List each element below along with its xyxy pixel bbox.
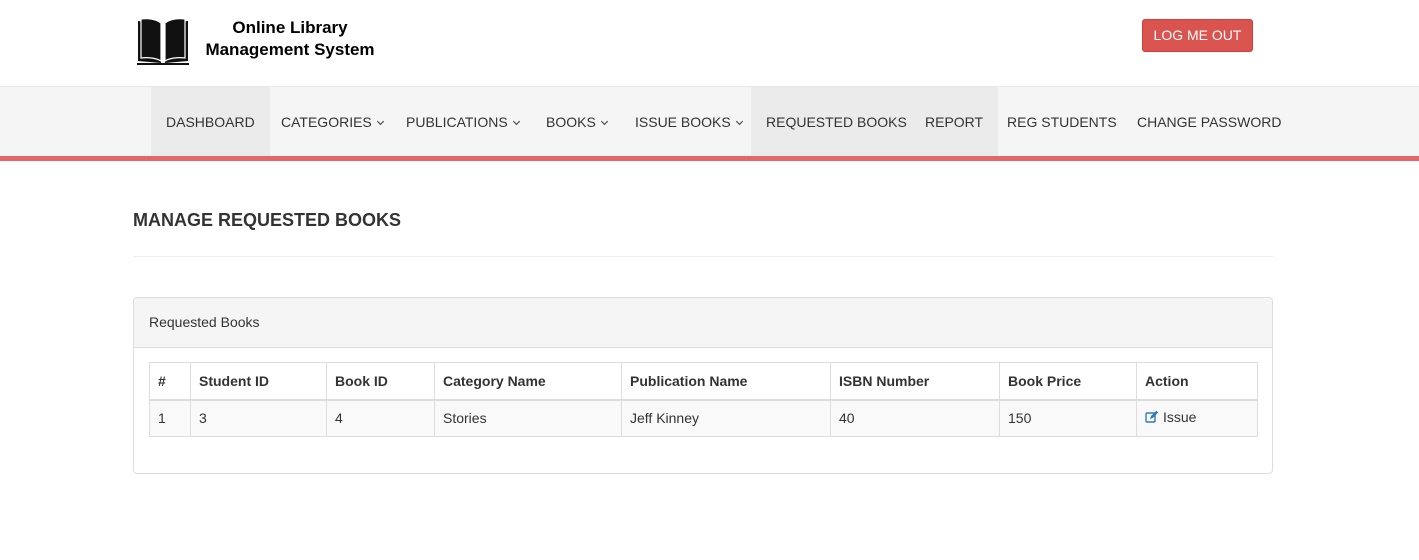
edit-icon [1145, 410, 1159, 424]
cell-action: Issue [1136, 399, 1258, 437]
nav-item-requested-books[interactable]: REQUESTED BOOKS [751, 87, 922, 157]
cell-category-name: Stories [434, 399, 622, 437]
page-title: MANAGE REQUESTED BOOKS [133, 210, 402, 230]
column-header-action: Action [1136, 362, 1258, 401]
nav-accent-bar [0, 156, 1419, 161]
main-nav: DASHBOARD CATEGORIES PUBLICATIONS BOOKS … [0, 87, 1419, 157]
nav-item-dashboard[interactable]: DASHBOARD [151, 87, 270, 157]
column-header-book-id: Book ID [326, 362, 435, 401]
cell-publication-name: Jeff Kinney [621, 399, 831, 437]
nav-item-books[interactable]: BOOKS [531, 87, 622, 157]
header: Online Library Management System LOG ME … [0, 0, 1419, 87]
nav-item-issue-books[interactable]: ISSUE BOOKS [620, 87, 757, 157]
column-header-number: # [149, 362, 191, 401]
chevron-down-icon [512, 117, 520, 126]
cell-book-price: 150 [999, 399, 1137, 437]
cell-number: 1 [149, 399, 191, 437]
chevron-down-icon [735, 117, 743, 126]
column-header-category-name: Category Name [434, 362, 622, 401]
requested-books-panel: Requested Books # Student ID Book ID Cat… [133, 297, 1273, 474]
column-header-isbn-number: ISBN Number [830, 362, 1000, 401]
nav-item-publications[interactable]: PUBLICATIONS [391, 87, 534, 157]
table-row: 1 3 4 Stories Jeff Kinney 40 150 Issue [149, 399, 1258, 437]
cell-isbn-number: 40 [830, 399, 1000, 437]
logout-button[interactable]: LOG ME OUT [1142, 19, 1253, 52]
brand-title[interactable]: Online Library Management System [200, 17, 380, 61]
issue-link[interactable]: Issue [1145, 409, 1196, 425]
panel-heading: Requested Books [134, 298, 1272, 348]
chevron-down-icon [600, 117, 608, 126]
nav-item-categories[interactable]: CATEGORIES [266, 87, 398, 157]
nav-item-change-password[interactable]: CHANGE PASSWORD [1122, 87, 1296, 157]
brand-line-1: Online Library [232, 18, 348, 37]
column-header-book-price: Book Price [999, 362, 1137, 401]
cell-book-id: 4 [326, 399, 435, 437]
column-header-student-id: Student ID [190, 362, 327, 401]
brand-line-2: Management System [205, 40, 375, 59]
table-header-row: # Student ID Book ID Category Name Publi… [149, 362, 1258, 401]
nav-item-report[interactable]: REPORT [910, 87, 999, 157]
divider [133, 256, 1273, 257]
chevron-down-icon [376, 117, 384, 126]
issue-link-label: Issue [1163, 409, 1197, 426]
nav-item-reg-students[interactable]: REG STUDENTS [992, 87, 1132, 157]
column-header-publication-name: Publication Name [621, 362, 831, 401]
requested-books-table: # Student ID Book ID Category Name Publi… [149, 362, 1258, 437]
open-book-icon [136, 17, 190, 67]
cell-student-id: 3 [190, 399, 327, 437]
